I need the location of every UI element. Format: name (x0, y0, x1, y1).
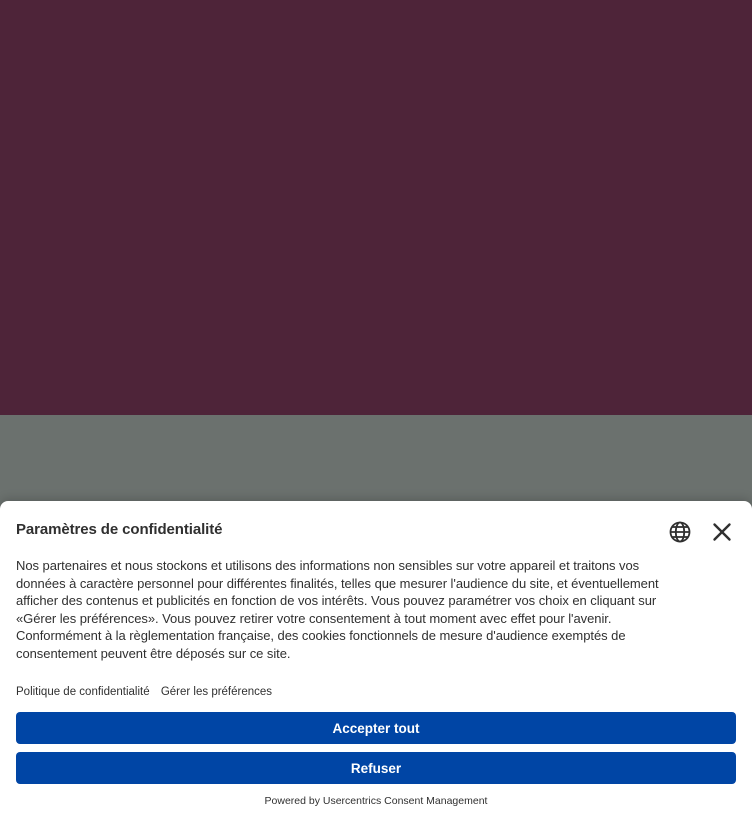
globe-icon (669, 521, 691, 543)
banner-links: Politique de confidentialité Gérer les p… (16, 686, 280, 698)
accept-all-button[interactable]: Accepter tout (16, 712, 736, 744)
manage-preferences-link[interactable]: Gérer les préférences (161, 686, 272, 698)
consent-banner: Paramètres de confidentialité Nos parten… (0, 501, 752, 824)
privacy-policy-link[interactable]: Politique de confidentialité (16, 686, 150, 698)
close-icon (713, 523, 731, 541)
powered-by-text: Powered by Usercentrics Consent Manageme… (264, 795, 488, 807)
close-button[interactable] (710, 520, 734, 544)
page-background-top (0, 0, 752, 415)
language-button[interactable] (668, 520, 692, 544)
refuse-button[interactable]: Refuser (16, 752, 736, 784)
banner-description: Nos partenaires et nous stockons et util… (16, 558, 659, 661)
banner-title: Paramètres de confidentialité (16, 521, 223, 538)
